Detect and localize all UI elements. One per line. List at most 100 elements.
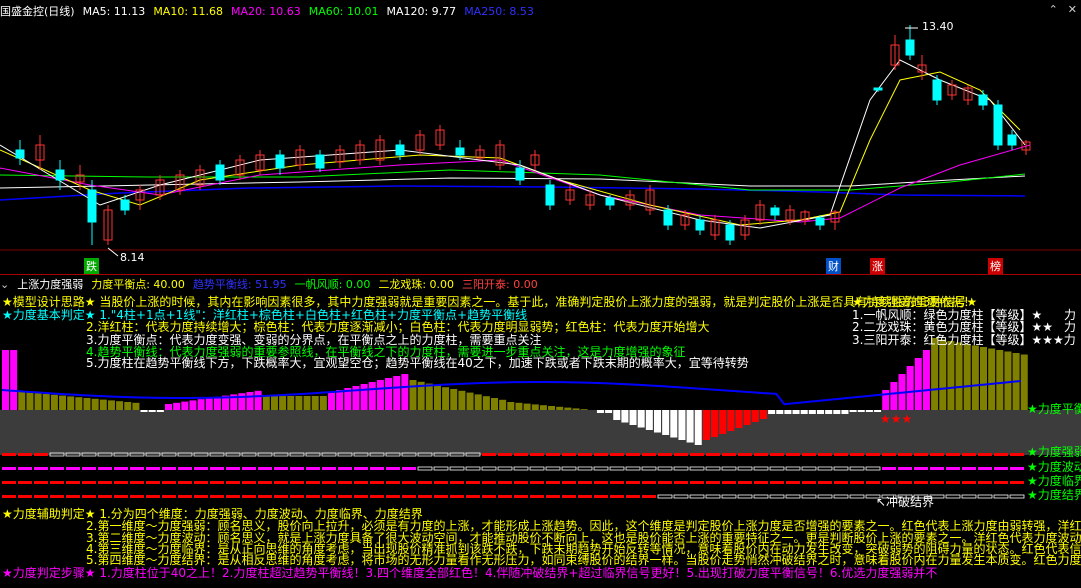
status-dash bbox=[130, 481, 144, 484]
status-dash bbox=[817, 466, 833, 471]
strength-bar bbox=[197, 399, 205, 410]
strength-bar bbox=[287, 396, 295, 410]
strength-bar bbox=[759, 410, 767, 419]
ma20-line bbox=[0, 144, 1031, 223]
strength-bar bbox=[165, 404, 172, 410]
status-dash bbox=[386, 481, 400, 484]
strength-bar bbox=[482, 396, 490, 410]
marker-zhang[interactable]: 涨 bbox=[870, 258, 885, 274]
status-dash bbox=[18, 467, 32, 470]
status-dash bbox=[737, 494, 753, 499]
status-dash bbox=[914, 467, 928, 470]
strength-bar bbox=[621, 410, 629, 423]
status-dash bbox=[594, 481, 608, 484]
strength-bar bbox=[425, 383, 433, 410]
status-dash bbox=[370, 495, 384, 498]
strength-bar bbox=[735, 410, 743, 428]
status-dash bbox=[866, 453, 880, 456]
strength-bar bbox=[385, 378, 393, 410]
status-dash bbox=[833, 466, 849, 471]
strength-bar bbox=[466, 392, 474, 410]
status-dash bbox=[978, 467, 992, 470]
status-dash bbox=[162, 467, 176, 470]
strength-bar bbox=[491, 398, 498, 410]
panel-divider[interactable] bbox=[0, 274, 1081, 275]
status-dash bbox=[753, 466, 769, 471]
strength-bar bbox=[670, 410, 678, 438]
candle-body bbox=[873, 87, 883, 91]
status-dash bbox=[146, 481, 160, 484]
strength-bar bbox=[686, 410, 694, 443]
strength-bar bbox=[971, 345, 979, 410]
strength-bar bbox=[922, 350, 930, 410]
strength-bar bbox=[26, 392, 34, 410]
strength-bar bbox=[539, 405, 547, 410]
indicator-background bbox=[0, 410, 1081, 455]
marker-die[interactable]: 跌 bbox=[84, 258, 99, 274]
strength-bar bbox=[980, 347, 987, 410]
strength-bar bbox=[181, 401, 189, 410]
strength-bar bbox=[849, 410, 857, 412]
status-dash bbox=[545, 466, 561, 471]
price-chart-panel[interactable]: 国盛金控(日线) MA5: 11.13 MA10: 11.68 MA20: 10… bbox=[0, 0, 1081, 274]
status-dash bbox=[354, 467, 368, 470]
strength-bar bbox=[132, 402, 140, 410]
status-dash bbox=[433, 466, 449, 471]
strength-bar bbox=[360, 384, 368, 410]
strength-bar bbox=[262, 396, 270, 410]
status-dash bbox=[82, 495, 96, 498]
status-dash bbox=[593, 466, 609, 471]
strength-indicator-panel[interactable]: ★模型设计思路★ 当股价上涨的时候，其内在影响因素很多，其中力度强弱就是重要因素… bbox=[0, 293, 1081, 588]
chevron-down-icon[interactable]: ⌄ bbox=[0, 278, 9, 291]
status-dash bbox=[194, 467, 208, 470]
strength-bar bbox=[556, 406, 564, 410]
status-dash bbox=[658, 481, 672, 484]
chevron-up-icon[interactable]: ⌃ bbox=[1049, 3, 1058, 16]
status-dash bbox=[674, 453, 688, 456]
status-dash bbox=[514, 453, 528, 456]
strength-bar bbox=[890, 382, 898, 410]
status-dash bbox=[801, 466, 817, 471]
strength-bar bbox=[564, 407, 572, 410]
status-dash bbox=[609, 466, 625, 471]
strength-bar bbox=[865, 410, 873, 412]
candlestick-chart[interactable] bbox=[0, 0, 1081, 274]
status-dash bbox=[50, 481, 64, 484]
strength-bar bbox=[450, 389, 458, 410]
strength-bar bbox=[727, 410, 735, 431]
stars-marker: ★★★ bbox=[880, 412, 913, 426]
status-dash bbox=[754, 453, 768, 456]
status-dash bbox=[914, 453, 928, 456]
status-dash bbox=[802, 481, 816, 484]
status-dash bbox=[50, 495, 64, 498]
side-label-strength: ★力度强弱 bbox=[1027, 445, 1081, 459]
status-dash bbox=[946, 481, 960, 484]
strength-bar bbox=[629, 410, 637, 425]
status-dash bbox=[306, 495, 320, 498]
strength-bar bbox=[678, 410, 686, 440]
marker-bang[interactable]: 榜 bbox=[988, 258, 1003, 274]
status-dash bbox=[449, 466, 465, 471]
status-dash bbox=[898, 453, 912, 456]
marker-cai[interactable]: 财 bbox=[826, 258, 841, 274]
status-dash bbox=[274, 481, 288, 484]
status-dash bbox=[130, 467, 144, 470]
candle-body bbox=[905, 39, 915, 56]
ma5-label: MA5: 11.13 bbox=[82, 4, 146, 18]
status-dash bbox=[2, 495, 16, 498]
close-icon[interactable]: ✕ bbox=[1068, 3, 1077, 16]
status-dash bbox=[578, 453, 592, 456]
candle-body bbox=[695, 219, 705, 231]
strength-bar bbox=[955, 342, 963, 410]
strength-bar bbox=[939, 339, 947, 410]
param-erlong: 二龙戏珠: 0.00 bbox=[378, 278, 455, 291]
low-price-label: 8.14 bbox=[120, 251, 145, 264]
status-dash bbox=[338, 481, 352, 484]
status-dash bbox=[498, 453, 512, 456]
candle-body bbox=[515, 167, 525, 181]
status-dash bbox=[610, 495, 624, 498]
status-dash bbox=[481, 466, 497, 471]
status-dash bbox=[386, 467, 400, 470]
strength-bar bbox=[401, 374, 409, 410]
status-dash bbox=[497, 466, 513, 471]
